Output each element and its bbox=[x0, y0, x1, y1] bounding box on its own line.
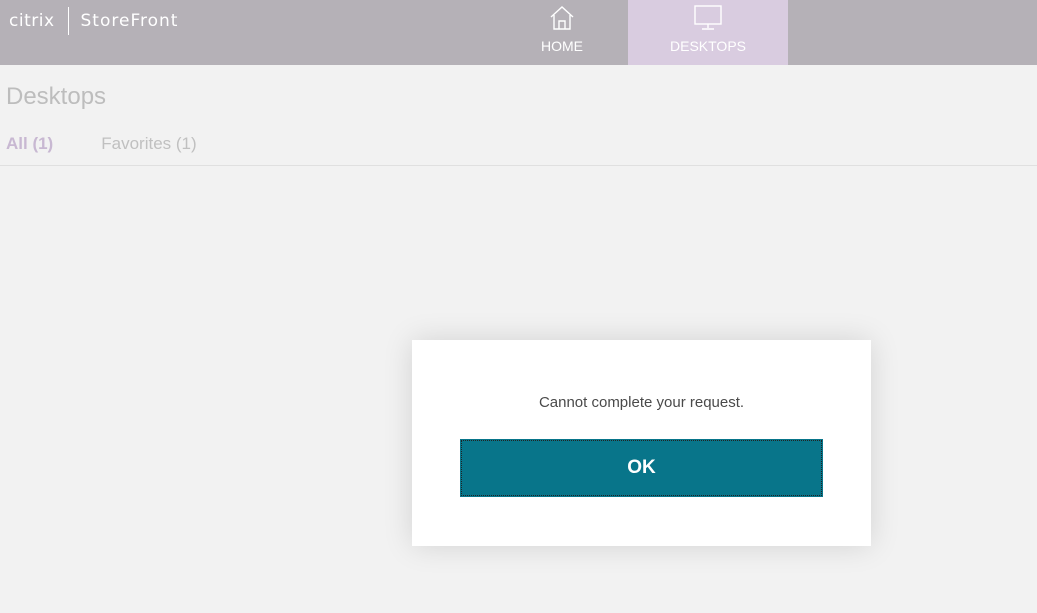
brand-divider bbox=[67, 7, 69, 35]
brand-logo: citrix StoreFront bbox=[9, 6, 178, 36]
nav-tab-home-label: HOME bbox=[541, 38, 583, 54]
brand-product: StoreFront bbox=[80, 11, 179, 31]
filter-tab-favorites[interactable]: Favorites (1) bbox=[101, 134, 196, 154]
top-bar: citrix StoreFront HOME DESKTOPS bbox=[0, 0, 1037, 65]
nav-tab-home[interactable]: HOME bbox=[522, 0, 602, 65]
brand-company: citrix bbox=[9, 11, 55, 31]
section-divider bbox=[0, 165, 1037, 166]
nav-tab-desktops-label: DESKTOPS bbox=[670, 38, 746, 54]
nav-tab-desktops[interactable]: DESKTOPS bbox=[628, 0, 788, 65]
ok-button[interactable]: OK bbox=[460, 439, 823, 497]
monitor-icon bbox=[694, 5, 722, 30]
error-dialog: Cannot complete your request. OK bbox=[412, 340, 871, 546]
home-icon bbox=[550, 6, 574, 30]
filter-tabs: All (1) Favorites (1) bbox=[6, 134, 245, 154]
page-title: Desktops bbox=[6, 83, 107, 110]
filter-tab-all[interactable]: All (1) bbox=[6, 134, 53, 154]
dialog-message: Cannot complete your request. bbox=[538, 394, 745, 411]
